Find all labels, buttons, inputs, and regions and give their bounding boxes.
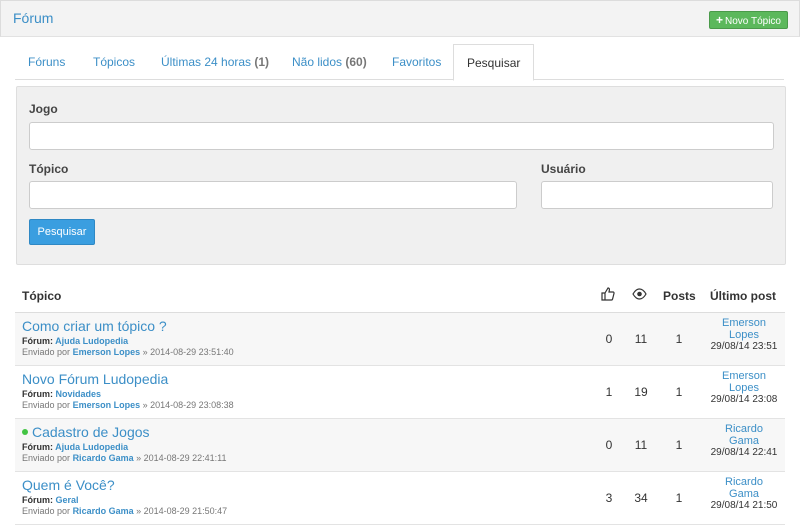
last-post-date: 29/08/14 21:50 bbox=[710, 500, 778, 511]
forum-link[interactable]: Novidades bbox=[56, 389, 102, 399]
new-topic-button[interactable]: + Novo Tópico bbox=[709, 11, 788, 29]
plus-icon: + bbox=[716, 13, 724, 27]
last-post: Emerson Lopes 29/08/14 23:51 bbox=[699, 317, 789, 353]
tab-topicos[interactable]: Tópicos bbox=[93, 44, 135, 79]
new-topic-label: Novo Tópico bbox=[725, 16, 781, 27]
tab-ultimas-24-horas[interactable]: Últimas 24 horas (1) bbox=[161, 44, 269, 79]
last-post: Emerson Lopes 29/08/14 23:08 bbox=[699, 370, 789, 406]
likes-count: 0 bbox=[605, 438, 613, 452]
forum-link[interactable]: Ajuda Ludopedia bbox=[55, 442, 128, 452]
topic-forum: Fórum: Ajuda Ludopedia bbox=[22, 336, 129, 346]
topic-forum: Fórum: Ajuda Ludopedia bbox=[22, 442, 129, 452]
last-post-user-link[interactable]: Emerson Lopes bbox=[719, 317, 769, 341]
posts-count: 1 bbox=[675, 491, 683, 505]
table-row: Como criar um tópico ? Fórum: Ajuda Ludop… bbox=[15, 313, 785, 366]
topic-sent-by: Enviado por Ricardo Gama » 2014-08-29 21… bbox=[22, 506, 228, 516]
tab-pesquisar[interactable]: Pesquisar bbox=[453, 44, 535, 81]
last-post-user-link[interactable]: Emerson Lopes bbox=[719, 370, 769, 394]
table-row: Novo Fórum Ludopedia Fórum: Novidades Envi… bbox=[15, 366, 785, 419]
likes-count: 3 bbox=[605, 491, 613, 505]
author-link[interactable]: Emerson Lopes bbox=[73, 400, 141, 410]
topic-forum: Fórum: Novidades bbox=[22, 389, 102, 399]
table-row: Cadastro de Jogos Fórum: Ajuda Ludopedia E… bbox=[15, 419, 785, 472]
last-post-user-link[interactable]: Ricardo Gama bbox=[719, 423, 769, 447]
topics-table-header: Tópico Posts Último post bbox=[15, 284, 785, 314]
last-post: Ricardo Gama 29/08/14 22:41 bbox=[699, 423, 789, 459]
posts-count: 1 bbox=[675, 332, 683, 346]
tab-favoritos[interactable]: Favoritos bbox=[392, 44, 441, 79]
topic-sent-by: Enviado por Emerson Lopes » 2014-08-29 2… bbox=[22, 347, 234, 357]
forum-header: Fórum + Novo Tópico bbox=[0, 0, 800, 37]
last-post-user-link[interactable]: Ricardo Gama bbox=[719, 476, 769, 500]
forum-tabs: Fóruns Tópicos Últimas 24 horas (1) Não … bbox=[15, 44, 784, 81]
unread-indicator-icon bbox=[22, 429, 28, 436]
posts-count: 1 bbox=[675, 438, 683, 452]
tab-foruns[interactable]: Fóruns bbox=[28, 44, 65, 79]
table-row: Quem é Você? Fórum: Geral Enviado por Rica… bbox=[15, 472, 785, 525]
likes-count: 1 bbox=[605, 385, 613, 399]
game-input[interactable] bbox=[29, 122, 774, 150]
topic-title-link[interactable]: Como criar um tópico ? bbox=[22, 318, 167, 334]
search-button[interactable]: Pesquisar bbox=[29, 219, 95, 245]
eye-icon bbox=[632, 287, 647, 304]
topic-title-link[interactable]: Quem é Você? bbox=[22, 477, 115, 493]
thumbs-up-icon bbox=[601, 287, 615, 304]
last-post-date: 29/08/14 22:41 bbox=[710, 447, 778, 458]
topic-title-link[interactable]: Novo Fórum Ludopedia bbox=[22, 371, 168, 387]
topic-date: » 2014-08-29 23:08:38 bbox=[142, 400, 234, 410]
topic-sent-by: Enviado por Ricardo Gama » 2014-08-29 22… bbox=[22, 453, 227, 463]
user-label: Usuário bbox=[541, 162, 586, 176]
game-label: Jogo bbox=[29, 102, 58, 116]
views-count: 34 bbox=[634, 491, 648, 505]
views-count: 11 bbox=[634, 332, 648, 346]
topic-forum: Fórum: Geral bbox=[22, 495, 79, 505]
tab-nao-lidos[interactable]: Não lidos (60) bbox=[292, 44, 367, 79]
last-post-date: 29/08/14 23:08 bbox=[710, 394, 778, 405]
user-input[interactable] bbox=[541, 181, 773, 209]
topic-sent-by: Enviado por Emerson Lopes » 2014-08-29 2… bbox=[22, 400, 234, 410]
topic-input[interactable] bbox=[29, 181, 517, 209]
views-count: 19 bbox=[634, 385, 648, 399]
author-link[interactable]: Ricardo Gama bbox=[73, 453, 134, 463]
last-post-date: 29/08/14 23:51 bbox=[710, 341, 778, 352]
topic-date: » 2014-08-29 21:50:47 bbox=[136, 506, 228, 516]
page-title[interactable]: Fórum bbox=[13, 10, 53, 26]
forum-link[interactable]: Ajuda Ludopedia bbox=[55, 336, 128, 346]
posts-column-header: Posts bbox=[663, 289, 696, 303]
search-panel: Jogo Tópico Usuário Pesquisar bbox=[16, 86, 786, 265]
last-post-column-header: Último post bbox=[710, 289, 776, 303]
views-count: 11 bbox=[634, 438, 648, 452]
topic-date: » 2014-08-29 22:41:11 bbox=[136, 453, 227, 463]
author-link[interactable]: Emerson Lopes bbox=[73, 347, 141, 357]
author-link[interactable]: Ricardo Gama bbox=[73, 506, 134, 516]
topic-title-link[interactable]: Cadastro de Jogos bbox=[22, 424, 150, 440]
topic-label: Tópico bbox=[29, 162, 69, 176]
topic-date: » 2014-08-29 23:51:40 bbox=[142, 347, 234, 357]
posts-count: 1 bbox=[675, 385, 683, 399]
topic-column-header: Tópico bbox=[22, 289, 62, 303]
forum-link[interactable]: Geral bbox=[56, 495, 79, 505]
last-post: Ricardo Gama 29/08/14 21:50 bbox=[699, 476, 789, 512]
likes-count: 0 bbox=[605, 332, 613, 346]
